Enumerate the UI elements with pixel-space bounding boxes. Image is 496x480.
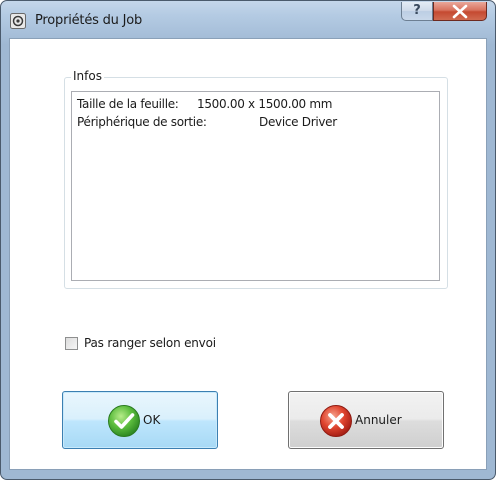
job-properties-dialog: Propriétés du Job ? Infos Taille de la f… xyxy=(0,0,496,480)
dialog-body: Infos Taille de la feuille: 1500.00 x 15… xyxy=(9,38,487,470)
info-row-sheet-size: Taille de la feuille: 1500.00 x 1500.00 … xyxy=(77,97,332,111)
close-icon xyxy=(452,4,468,19)
check-icon xyxy=(108,405,140,437)
no-sort-checkbox[interactable] xyxy=(65,337,78,350)
info-label: Périphérique de sortie: xyxy=(77,115,207,129)
cancel-button[interactable]: Annuler xyxy=(288,391,444,449)
help-icon: ? xyxy=(413,3,421,18)
cancel-icon xyxy=(320,405,352,437)
info-value: Device Driver xyxy=(259,115,337,129)
infos-group: Infos Taille de la feuille: 1500.00 x 15… xyxy=(64,69,448,289)
close-button[interactable] xyxy=(433,2,487,21)
infos-textbox[interactable]: Taille de la feuille: 1500.00 x 1500.00 … xyxy=(71,91,440,281)
cancel-label: Annuler xyxy=(355,413,402,427)
ok-label: OK xyxy=(143,413,161,427)
infos-group-title: Infos xyxy=(71,69,104,83)
app-icon xyxy=(10,13,26,29)
no-sort-label[interactable]: Pas ranger selon envoi xyxy=(84,336,216,350)
info-label: Taille de la feuille: xyxy=(77,97,179,111)
window-title: Propriétés du Job xyxy=(35,13,143,28)
info-value: 1500.00 x 1500.00 mm xyxy=(197,97,333,111)
info-row-output-device: Périphérique de sortie: Device Driver xyxy=(77,115,337,129)
help-button[interactable]: ? xyxy=(401,2,433,21)
title-bar[interactable]: Propriétés du Job ? xyxy=(1,1,495,37)
ok-button[interactable]: OK xyxy=(62,391,218,449)
